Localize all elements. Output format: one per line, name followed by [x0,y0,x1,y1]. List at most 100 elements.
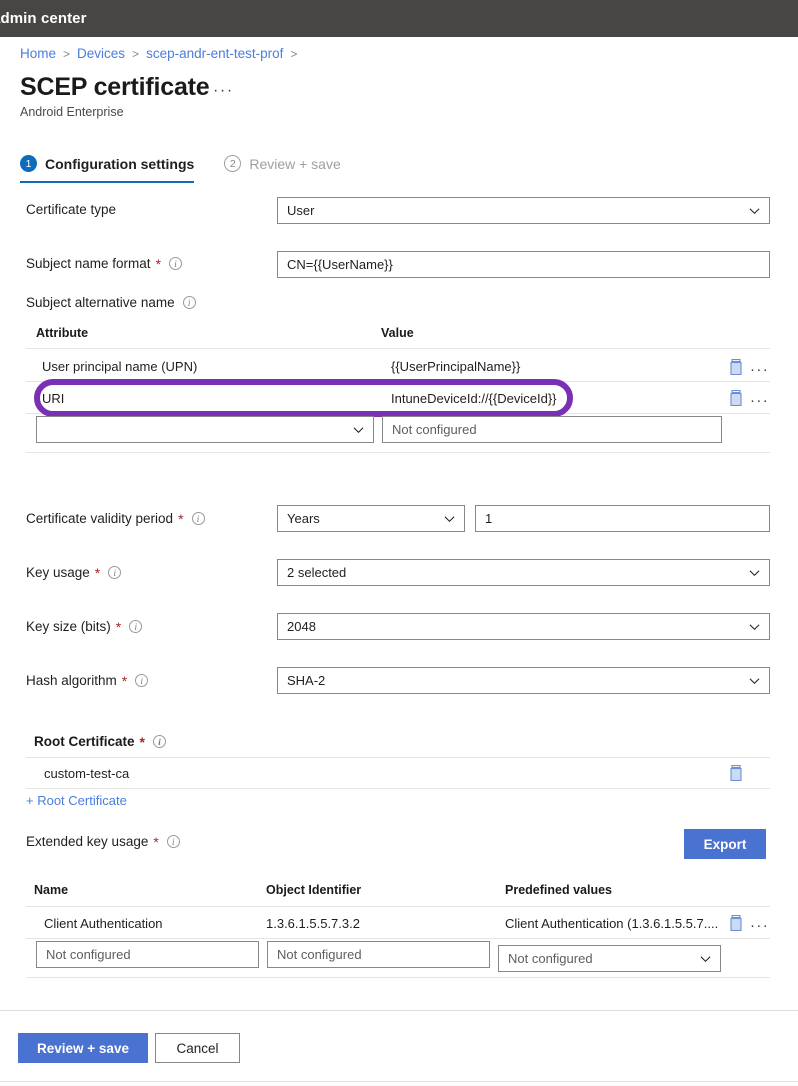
subject-name-format-value: CN={{UserName}} [287,257,393,272]
required-indicator: * [115,618,122,635]
key-usage-select[interactable]: 2 selected [277,559,770,586]
root-certificate-name: custom-test-ca [44,766,130,781]
delete-icon[interactable] [729,358,743,376]
label-key-usage: Key usage * i [26,564,122,581]
validity-period-amount-input[interactable]: 1 [475,505,770,532]
tab-label-configuration-settings: Configuration settings [45,155,195,172]
key-size-value: 2048 [287,619,316,634]
info-icon[interactable]: i [152,735,166,748]
row-overflow-menu-icon[interactable]: ··· [750,393,769,408]
label-extended-key-usage: Extended key usage * i [26,834,180,849]
divider [26,906,770,907]
app-title: admin center [0,10,87,27]
san-row-value: {{UserPrincipalName}} [391,359,521,374]
key-usage-value: 2 selected [287,565,347,580]
tab-label-review-save: Review + save [249,155,341,172]
info-icon[interactable]: i [166,835,180,848]
subject-name-format-input[interactable]: CN={{UserName}} [277,251,770,278]
san-new-value-input[interactable]: Not configured [382,416,722,443]
required-indicator: * [153,833,159,850]
chevron-down-icon [353,424,364,435]
divider [26,788,770,789]
required-indicator: * [94,564,101,581]
eku-new-predefined-select[interactable]: Not configured [498,945,721,972]
delete-icon[interactable] [729,914,743,932]
page-overflow-menu-icon[interactable]: ··· [213,82,234,100]
app-topbar: admin center [0,0,798,37]
label-certificate-validity-period: Certificate validity period * i [26,511,205,526]
row-overflow-menu-icon[interactable]: ··· [750,362,769,377]
label-subject-name-format: Subject name format * i [26,255,183,272]
divider [0,1081,798,1082]
scep-certificate-page: admin center Home > Devices > scep-andr-… [0,0,798,1086]
info-icon[interactable]: i [135,674,149,687]
export-button[interactable]: Export [684,829,766,859]
eku-header-predefined: Predefined values [505,883,612,897]
san-new-attribute-select[interactable] [36,416,374,443]
info-icon[interactable]: i [129,620,143,633]
breadcrumb-item-profile[interactable]: scep-andr-ent-test-prof [146,46,283,61]
chevron-down-icon [749,621,760,632]
divider [26,381,770,382]
validity-period-amount-value: 1 [485,511,493,526]
step-number-1: 1 [20,155,37,172]
hash-algorithm-select[interactable]: SHA-2 [277,667,770,694]
san-row-attribute: URI [42,391,65,406]
page-title: SCEP certificate [20,73,210,101]
required-indicator: * [139,733,145,750]
tab-configuration-settings[interactable]: 1 Configuration settings [20,155,195,183]
label-certificate-type: Certificate type [26,202,117,217]
review-save-button[interactable]: Review + save [18,1033,148,1063]
section-root-certificate: Root Certificate * i [34,734,166,749]
eku-new-oid-placeholder: Not configured [277,947,362,962]
chevron-down-icon [749,675,760,686]
san-row-value: IntuneDeviceId://{{DeviceId}} [391,391,557,406]
hash-algorithm-value: SHA-2 [287,673,326,688]
certificate-type-select[interactable]: User [277,197,770,224]
divider [26,757,770,758]
eku-new-oid-input[interactable]: Not configured [267,941,490,968]
cancel-button[interactable]: Cancel [155,1033,240,1063]
divider [26,348,770,349]
eku-new-predefined-placeholder: Not configured [508,951,593,966]
step-number-2: 2 [224,155,242,172]
row-overflow-menu-icon[interactable]: ··· [750,918,769,933]
chevron-down-icon [700,953,711,964]
eku-new-name-placeholder: Not configured [46,947,131,962]
info-icon[interactable]: i [169,257,183,270]
eku-row-predefined: Client Authentication (1.3.6.1.5.5.7.... [505,916,719,931]
breadcrumb-item-devices[interactable]: Devices [77,46,125,61]
tab-review-save[interactable]: 2 Review + save [224,155,341,183]
key-size-select[interactable]: 2048 [277,613,770,640]
add-root-certificate-link[interactable]: + Root Certificate [26,793,127,808]
delete-icon[interactable] [729,764,743,782]
eku-header-oid: Object Identifier [266,883,362,897]
certificate-type-value: User [287,203,315,218]
eku-row-name: Client Authentication [44,916,163,931]
divider [26,452,770,453]
breadcrumb-separator-icon: > [132,46,140,61]
validity-period-unit-select[interactable]: Years [277,505,465,532]
label-subject-alternative-name: Subject alternative name i [26,295,196,310]
san-row-attribute: User principal name (UPN) [42,359,198,374]
page-subtitle: Android Enterprise [20,105,124,119]
eku-new-name-input[interactable]: Not configured [36,941,259,968]
info-icon[interactable]: i [108,566,122,579]
info-icon[interactable]: i [191,512,205,525]
eku-header-name: Name [34,883,69,897]
chevron-down-icon [749,205,760,216]
breadcrumb-item-home[interactable]: Home [20,46,56,61]
wizard-tabs: 1 Configuration settings 2 Review + save [20,155,341,183]
san-header-value: Value [381,326,414,340]
validity-period-unit-value: Years [287,511,320,526]
breadcrumb: Home > Devices > scep-andr-ent-test-prof… [20,46,304,61]
breadcrumb-separator-icon: > [290,46,298,61]
required-indicator: * [155,255,162,272]
delete-icon[interactable] [729,389,743,407]
breadcrumb-separator-icon: > [63,46,71,61]
divider [26,938,770,939]
required-indicator: * [121,672,128,689]
chevron-down-icon [749,567,760,578]
info-icon[interactable]: i [182,296,196,309]
san-header-attribute: Attribute [36,326,89,340]
